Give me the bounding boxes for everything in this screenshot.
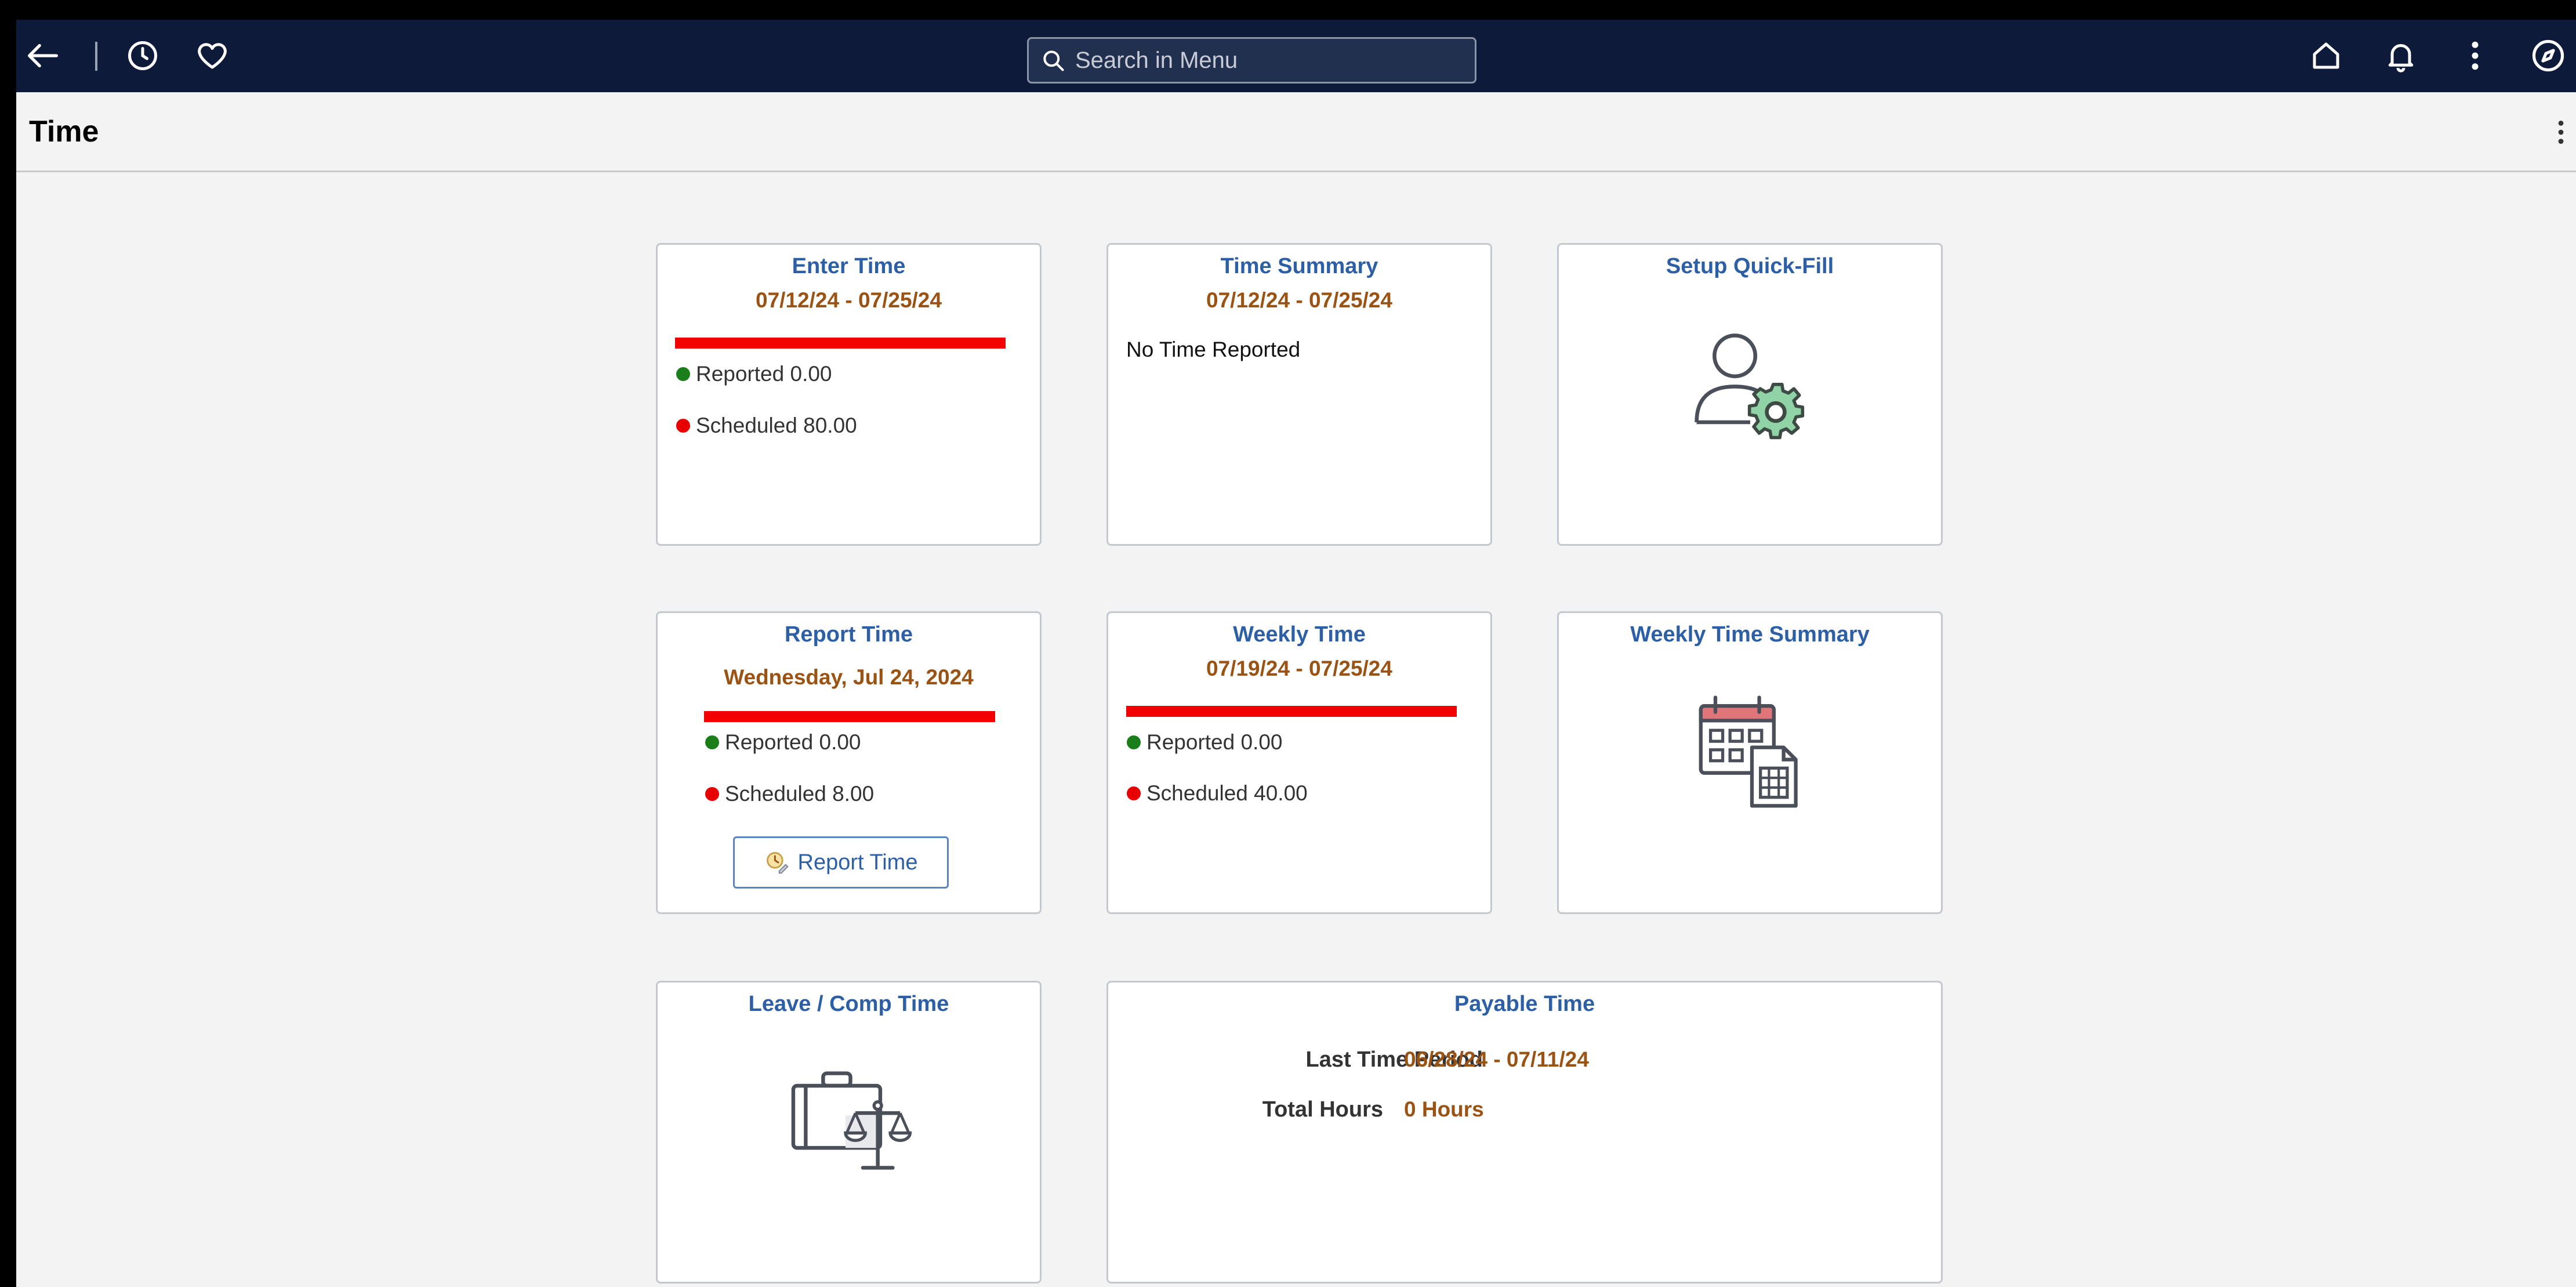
more-vertical-icon xyxy=(2558,121,2564,144)
scheduled-value: Scheduled 8.00 xyxy=(725,782,875,806)
tile-date-range: 07/19/24 - 07/25/24 xyxy=(1206,657,1392,680)
tile-date-range: 07/12/24 - 07/25/24 xyxy=(1206,288,1392,312)
calendar-spreadsheet-icon xyxy=(1699,695,1798,808)
tile-title: Weekly Time Summary xyxy=(1630,622,1870,647)
back-button[interactable] xyxy=(20,32,66,79)
page-title: Time xyxy=(29,115,99,148)
total-hours-value: 0 Hours xyxy=(1404,1097,1484,1121)
top-navbar xyxy=(16,20,2576,92)
report-time-button[interactable]: Report Time xyxy=(733,836,949,889)
home-icon xyxy=(2313,42,2339,69)
scheduled-stat: Scheduled 40.00 xyxy=(1127,781,1308,806)
reported-stat: Reported 0.00 xyxy=(676,362,832,386)
user-gear-icon xyxy=(1695,333,1805,440)
more-vertical-icon xyxy=(2472,41,2479,70)
last-period-value: 06/28/24 - 07/11/24 xyxy=(1404,1047,1589,1071)
scheduled-dot xyxy=(676,419,690,433)
page-header: Time xyxy=(16,92,2576,172)
reported-dot xyxy=(705,735,719,749)
tile-enter-time[interactable]: Enter Time 07/12/24 - 07/25/24 Reported … xyxy=(656,243,1042,546)
navigator-button[interactable] xyxy=(2525,32,2571,79)
reported-stat: Reported 0.00 xyxy=(1127,730,1283,755)
favorites-heart-icon xyxy=(198,43,227,69)
page-actions-button[interactable] xyxy=(2541,109,2576,155)
reported-stat: Reported 0.00 xyxy=(705,730,861,755)
tile-title: Report Time xyxy=(784,622,913,647)
progress-bar xyxy=(675,338,1006,349)
tile-title: Payable Time xyxy=(1454,992,1595,1016)
no-time-message: No Time Reported xyxy=(1126,338,1301,361)
reported-dot xyxy=(1127,735,1141,749)
scheduled-stat: Scheduled 80.00 xyxy=(676,414,857,438)
scheduled-value: Scheduled 40.00 xyxy=(1146,781,1308,805)
tile-title: Leave / Comp Time xyxy=(748,992,949,1016)
tile-title: Enter Time xyxy=(792,254,906,278)
favorites-button[interactable] xyxy=(189,32,235,79)
navigator-compass-icon xyxy=(2532,39,2564,72)
tile-title: Weekly Time xyxy=(1233,622,1366,647)
menu-search-input[interactable] xyxy=(1074,46,1453,74)
total-hours-label: Total Hours xyxy=(1262,1097,1383,1122)
scheduled-value: Scheduled 80.00 xyxy=(696,414,857,437)
tile-title: Time Summary xyxy=(1220,254,1378,278)
tile-report-time[interactable]: Report Time Wednesday, Jul 24, 2024 Repo… xyxy=(656,611,1042,914)
notifications-button[interactable] xyxy=(2378,32,2424,79)
progress-bar xyxy=(1126,706,1457,717)
reported-value: Reported 0.00 xyxy=(696,362,832,386)
tile-date: Wednesday, Jul 24, 2024 xyxy=(724,665,974,689)
home-button[interactable] xyxy=(2303,32,2349,79)
app-window: Time Enter Time 07/12/24 - 07/25/24 Repo… xyxy=(16,20,2576,1287)
bell-icon xyxy=(2388,44,2414,72)
reported-value: Reported 0.00 xyxy=(725,730,861,754)
clock-pencil-icon xyxy=(766,852,789,874)
progress-bar xyxy=(704,711,995,722)
tile-payable-time[interactable]: Payable Time Last Time Period 06/28/24 -… xyxy=(1106,981,1943,1284)
nav-separator xyxy=(95,42,97,71)
briefcase-scales-icon xyxy=(791,1071,912,1170)
scheduled-dot xyxy=(1127,786,1141,800)
menu-search-box[interactable] xyxy=(1027,37,1476,84)
tile-weekly-time[interactable]: Weekly Time 07/19/24 - 07/25/24 Reported… xyxy=(1106,611,1492,914)
reported-dot xyxy=(676,367,690,381)
report-time-button-label: Report Time xyxy=(797,850,918,875)
reported-value: Reported 0.00 xyxy=(1146,730,1283,754)
search-icon xyxy=(1043,50,1064,71)
scheduled-dot xyxy=(705,787,719,801)
recent-history-button[interactable] xyxy=(119,32,166,79)
tile-leave-comp-time[interactable]: Leave / Comp Time xyxy=(656,981,1042,1284)
tile-time-summary[interactable]: Time Summary 07/12/24 - 07/25/24 No Time… xyxy=(1106,243,1492,546)
history-icon xyxy=(128,41,157,70)
tile-date-range: 07/12/24 - 07/25/24 xyxy=(756,288,942,312)
tile-weekly-time-summary[interactable]: Weekly Time Summary xyxy=(1557,611,1943,914)
tile-setup-quick-fill[interactable]: Setup Quick-Fill xyxy=(1557,243,1943,546)
actions-menu-button[interactable] xyxy=(2452,32,2498,79)
scheduled-stat: Scheduled 8.00 xyxy=(705,782,874,806)
tile-title: Setup Quick-Fill xyxy=(1666,254,1834,278)
back-arrow-icon xyxy=(28,43,58,68)
